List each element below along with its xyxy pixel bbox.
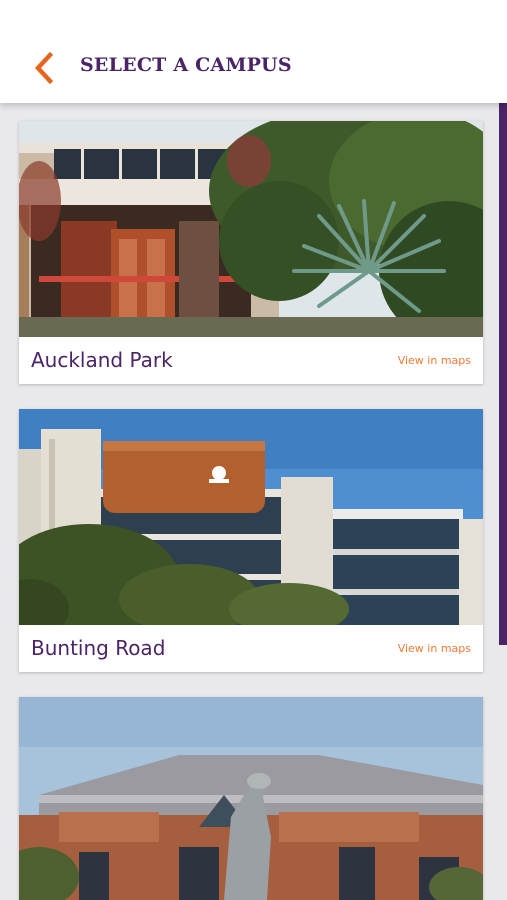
campus-photo-auckland-park [19, 121, 483, 337]
campus-name: Bunting Road [31, 636, 166, 660]
campus-card-auckland-park[interactable]: Auckland Park View in maps [19, 121, 483, 384]
campus-photo-third [19, 697, 483, 900]
page-title: SELECT A CAMPUS [80, 54, 292, 76]
campus-caption: Auckland Park View in maps [19, 337, 483, 384]
campus-card-third[interactable] [19, 697, 483, 900]
campus-card-bunting-road[interactable]: Bunting Road View in maps [19, 409, 483, 672]
view-in-maps-link[interactable]: View in maps [398, 354, 471, 367]
view-in-maps-link[interactable]: View in maps [398, 642, 471, 655]
back-button[interactable] [24, 46, 64, 90]
app-header: SELECT A CAMPUS [0, 0, 507, 103]
campus-name: Auckland Park [31, 348, 173, 372]
campus-caption: Bunting Road View in maps [19, 625, 483, 672]
campus-photo-bunting-road [19, 409, 483, 625]
chevron-left-icon [34, 51, 54, 85]
scrollbar-thumb[interactable] [499, 103, 507, 645]
